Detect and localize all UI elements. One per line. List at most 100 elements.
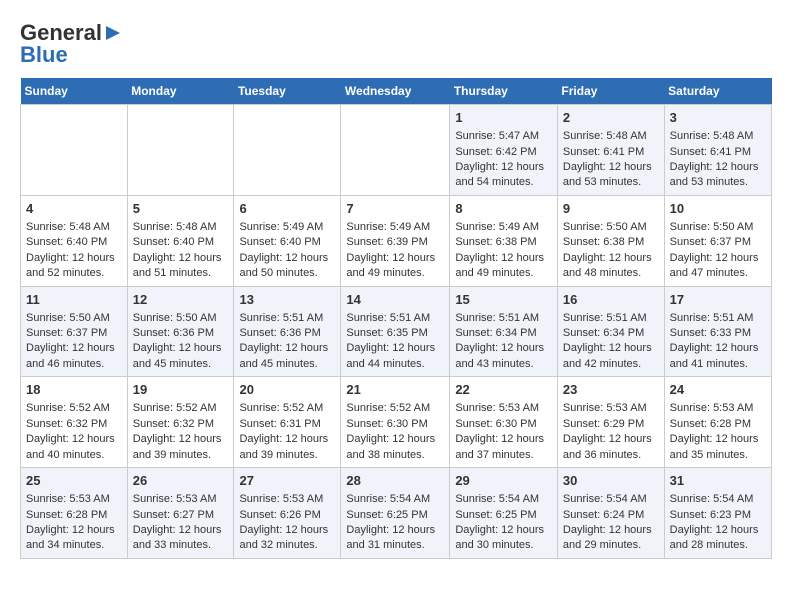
cell-content: Sunset: 6:33 PM: [670, 326, 766, 341]
cell-content: Daylight: 12 hours: [455, 251, 552, 266]
cell-content: Sunrise: 5:51 AM: [670, 311, 766, 326]
cell-content: Daylight: 12 hours: [455, 432, 552, 447]
cell-content: Daylight: 12 hours: [133, 523, 229, 538]
cell-content: Sunset: 6:41 PM: [670, 145, 766, 160]
cell-content: Daylight: 12 hours: [239, 251, 335, 266]
cell-content: Sunset: 6:40 PM: [133, 235, 229, 250]
cell-content: and 54 minutes.: [455, 175, 552, 190]
cell-content: Daylight: 12 hours: [239, 523, 335, 538]
cell-content: Sunset: 6:40 PM: [239, 235, 335, 250]
calendar-cell: 27Sunrise: 5:53 AMSunset: 6:26 PMDayligh…: [234, 468, 341, 559]
calendar-cell: 1Sunrise: 5:47 AMSunset: 6:42 PMDaylight…: [450, 105, 558, 196]
cell-content: Daylight: 12 hours: [26, 523, 122, 538]
cell-content: and 29 minutes.: [563, 538, 659, 553]
calendar-header-row: SundayMondayTuesdayWednesdayThursdayFrid…: [21, 78, 772, 105]
cell-content: Daylight: 12 hours: [346, 251, 444, 266]
cell-content: Daylight: 12 hours: [670, 523, 766, 538]
cell-content: and 41 minutes.: [670, 357, 766, 372]
cell-content: Sunset: 6:38 PM: [455, 235, 552, 250]
calendar-cell: [234, 105, 341, 196]
cell-content: and 49 minutes.: [455, 266, 552, 281]
cell-content: Sunrise: 5:48 AM: [133, 220, 229, 235]
cell-content: Daylight: 12 hours: [563, 251, 659, 266]
cell-content: and 36 minutes.: [563, 448, 659, 463]
day-header-sunday: Sunday: [21, 78, 128, 105]
calendar-week-3: 11Sunrise: 5:50 AMSunset: 6:37 PMDayligh…: [21, 286, 772, 377]
calendar-week-5: 25Sunrise: 5:53 AMSunset: 6:28 PMDayligh…: [21, 468, 772, 559]
cell-content: and 38 minutes.: [346, 448, 444, 463]
calendar-week-4: 18Sunrise: 5:52 AMSunset: 6:32 PMDayligh…: [21, 377, 772, 468]
cell-content: and 43 minutes.: [455, 357, 552, 372]
cell-content: Sunrise: 5:48 AM: [26, 220, 122, 235]
cell-content: Sunrise: 5:54 AM: [563, 492, 659, 507]
calendar-cell: 11Sunrise: 5:50 AMSunset: 6:37 PMDayligh…: [21, 286, 128, 377]
calendar-cell: 3Sunrise: 5:48 AMSunset: 6:41 PMDaylight…: [664, 105, 771, 196]
calendar-cell: 10Sunrise: 5:50 AMSunset: 6:37 PMDayligh…: [664, 195, 771, 286]
logo-blue: Blue: [20, 42, 68, 68]
day-number: 1: [455, 109, 552, 127]
calendar-cell: 26Sunrise: 5:53 AMSunset: 6:27 PMDayligh…: [127, 468, 234, 559]
cell-content: and 39 minutes.: [239, 448, 335, 463]
calendar-cell: 7Sunrise: 5:49 AMSunset: 6:39 PMDaylight…: [341, 195, 450, 286]
cell-content: and 50 minutes.: [239, 266, 335, 281]
cell-content: and 45 minutes.: [133, 357, 229, 372]
cell-content: Sunrise: 5:54 AM: [455, 492, 552, 507]
cell-content: Sunset: 6:41 PM: [563, 145, 659, 160]
day-number: 23: [563, 381, 659, 399]
day-number: 14: [346, 291, 444, 309]
day-number: 22: [455, 381, 552, 399]
cell-content: Sunset: 6:34 PM: [563, 326, 659, 341]
day-number: 24: [670, 381, 766, 399]
day-number: 15: [455, 291, 552, 309]
calendar-cell: 25Sunrise: 5:53 AMSunset: 6:28 PMDayligh…: [21, 468, 128, 559]
cell-content: Daylight: 12 hours: [26, 341, 122, 356]
calendar-cell: 6Sunrise: 5:49 AMSunset: 6:40 PMDaylight…: [234, 195, 341, 286]
cell-content: Sunrise: 5:52 AM: [26, 401, 122, 416]
calendar-cell: [341, 105, 450, 196]
day-number: 2: [563, 109, 659, 127]
cell-content: and 42 minutes.: [563, 357, 659, 372]
cell-content: Sunrise: 5:49 AM: [346, 220, 444, 235]
calendar-cell: 18Sunrise: 5:52 AMSunset: 6:32 PMDayligh…: [21, 377, 128, 468]
calendar-cell: 29Sunrise: 5:54 AMSunset: 6:25 PMDayligh…: [450, 468, 558, 559]
cell-content: Daylight: 12 hours: [563, 160, 659, 175]
cell-content: and 28 minutes.: [670, 538, 766, 553]
cell-content: Daylight: 12 hours: [455, 341, 552, 356]
cell-content: and 33 minutes.: [133, 538, 229, 553]
calendar-body: 1Sunrise: 5:47 AMSunset: 6:42 PMDaylight…: [21, 105, 772, 559]
cell-content: Sunrise: 5:53 AM: [26, 492, 122, 507]
cell-content: Sunrise: 5:50 AM: [670, 220, 766, 235]
cell-content: Sunset: 6:25 PM: [346, 508, 444, 523]
day-number: 9: [563, 200, 659, 218]
cell-content: Sunset: 6:28 PM: [26, 508, 122, 523]
cell-content: Sunrise: 5:53 AM: [239, 492, 335, 507]
cell-content: and 30 minutes.: [455, 538, 552, 553]
cell-content: Sunrise: 5:51 AM: [346, 311, 444, 326]
calendar-week-1: 1Sunrise: 5:47 AMSunset: 6:42 PMDaylight…: [21, 105, 772, 196]
cell-content: and 35 minutes.: [670, 448, 766, 463]
calendar-cell: 2Sunrise: 5:48 AMSunset: 6:41 PMDaylight…: [557, 105, 664, 196]
cell-content: Sunrise: 5:51 AM: [239, 311, 335, 326]
day-number: 13: [239, 291, 335, 309]
cell-content: Daylight: 12 hours: [455, 160, 552, 175]
logo: General Blue: [20, 20, 124, 68]
cell-content: Daylight: 12 hours: [346, 432, 444, 447]
day-number: 12: [133, 291, 229, 309]
cell-content: Sunset: 6:27 PM: [133, 508, 229, 523]
calendar-cell: 14Sunrise: 5:51 AMSunset: 6:35 PMDayligh…: [341, 286, 450, 377]
cell-content: Sunrise: 5:53 AM: [563, 401, 659, 416]
day-number: 26: [133, 472, 229, 490]
cell-content: and 51 minutes.: [133, 266, 229, 281]
cell-content: and 49 minutes.: [346, 266, 444, 281]
cell-content: Daylight: 12 hours: [133, 432, 229, 447]
cell-content: Sunset: 6:24 PM: [563, 508, 659, 523]
cell-content: Sunset: 6:31 PM: [239, 417, 335, 432]
calendar-cell: 23Sunrise: 5:53 AMSunset: 6:29 PMDayligh…: [557, 377, 664, 468]
cell-content: Sunrise: 5:51 AM: [455, 311, 552, 326]
cell-content: and 53 minutes.: [670, 175, 766, 190]
cell-content: Sunrise: 5:51 AM: [563, 311, 659, 326]
calendar-cell: 21Sunrise: 5:52 AMSunset: 6:30 PMDayligh…: [341, 377, 450, 468]
cell-content: and 31 minutes.: [346, 538, 444, 553]
cell-content: Daylight: 12 hours: [133, 251, 229, 266]
cell-content: Daylight: 12 hours: [670, 432, 766, 447]
